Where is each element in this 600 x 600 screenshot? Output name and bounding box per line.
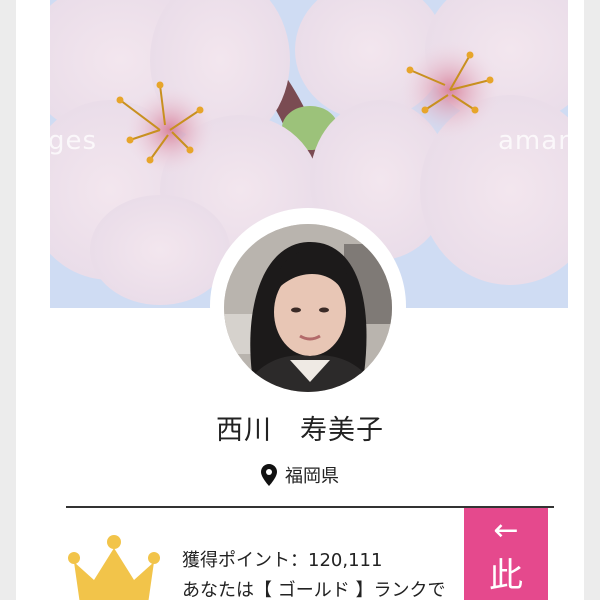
cta-label: 此 [489,556,523,596]
rank-text: あなたは【 ゴールド 】ランクで [182,580,446,600]
profile-location: 福岡県 [16,462,584,488]
profile-card: ges aman 西川 寿美子 福岡県 獲得ポイント：120,111 あなたは【… [16,0,584,600]
crown-icon [68,535,160,600]
side-cta-button[interactable]: ← 此 [464,508,548,600]
watermark-left: ges [50,126,98,156]
watermark-right: aman [498,126,568,156]
location-label: 福岡県 [285,466,339,487]
left-arrow-icon: ← [493,513,519,548]
map-pin-icon [261,464,277,486]
points-text: 獲得ポイント：120,111 [182,550,383,571]
profile-name: 西川 寿美子 [216,415,384,446]
avatar-photo [224,224,392,392]
avatar[interactable] [224,224,392,392]
